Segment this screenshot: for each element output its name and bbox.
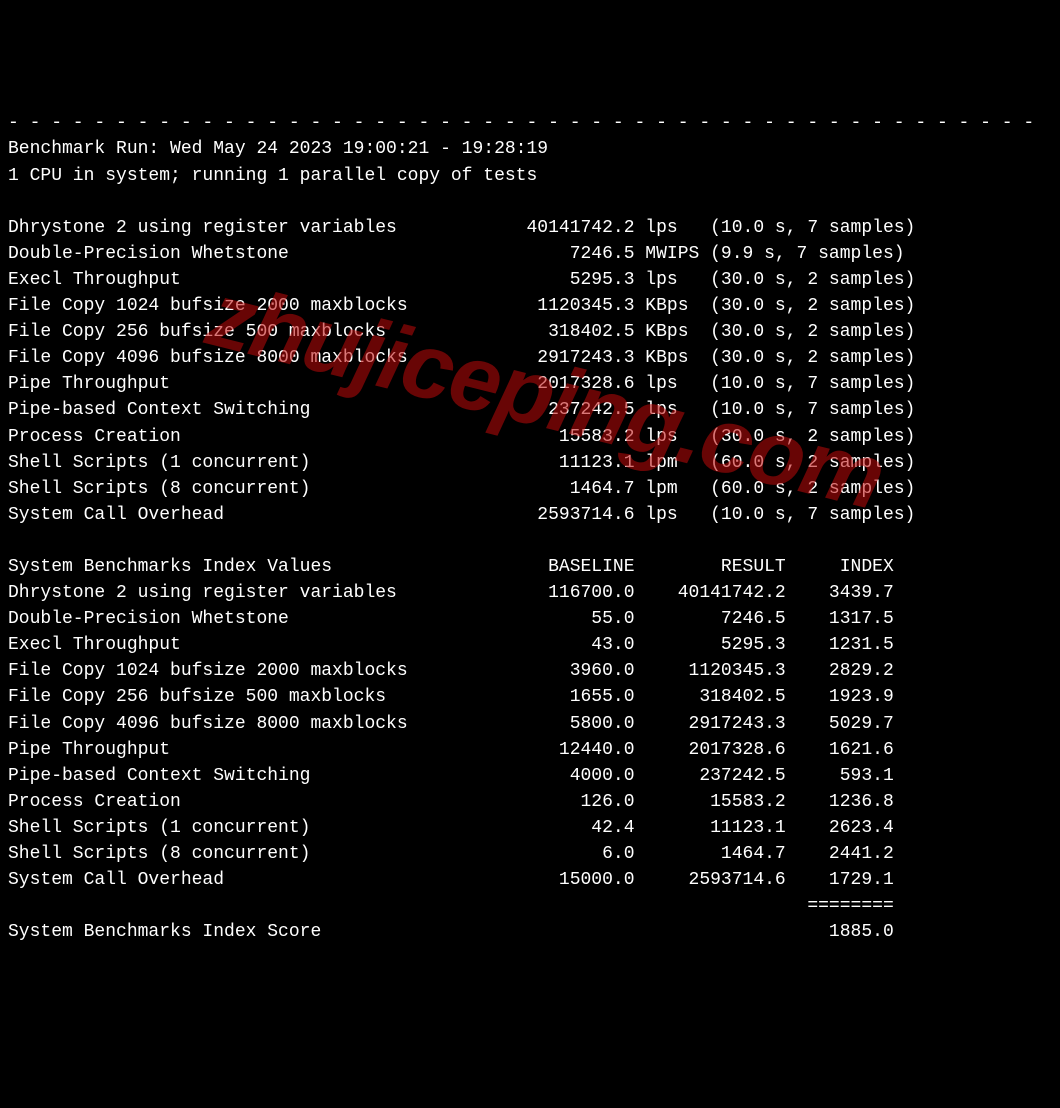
terminal-output: - - - - - - - - - - - - - - - - - - - - … (8, 110, 1052, 945)
